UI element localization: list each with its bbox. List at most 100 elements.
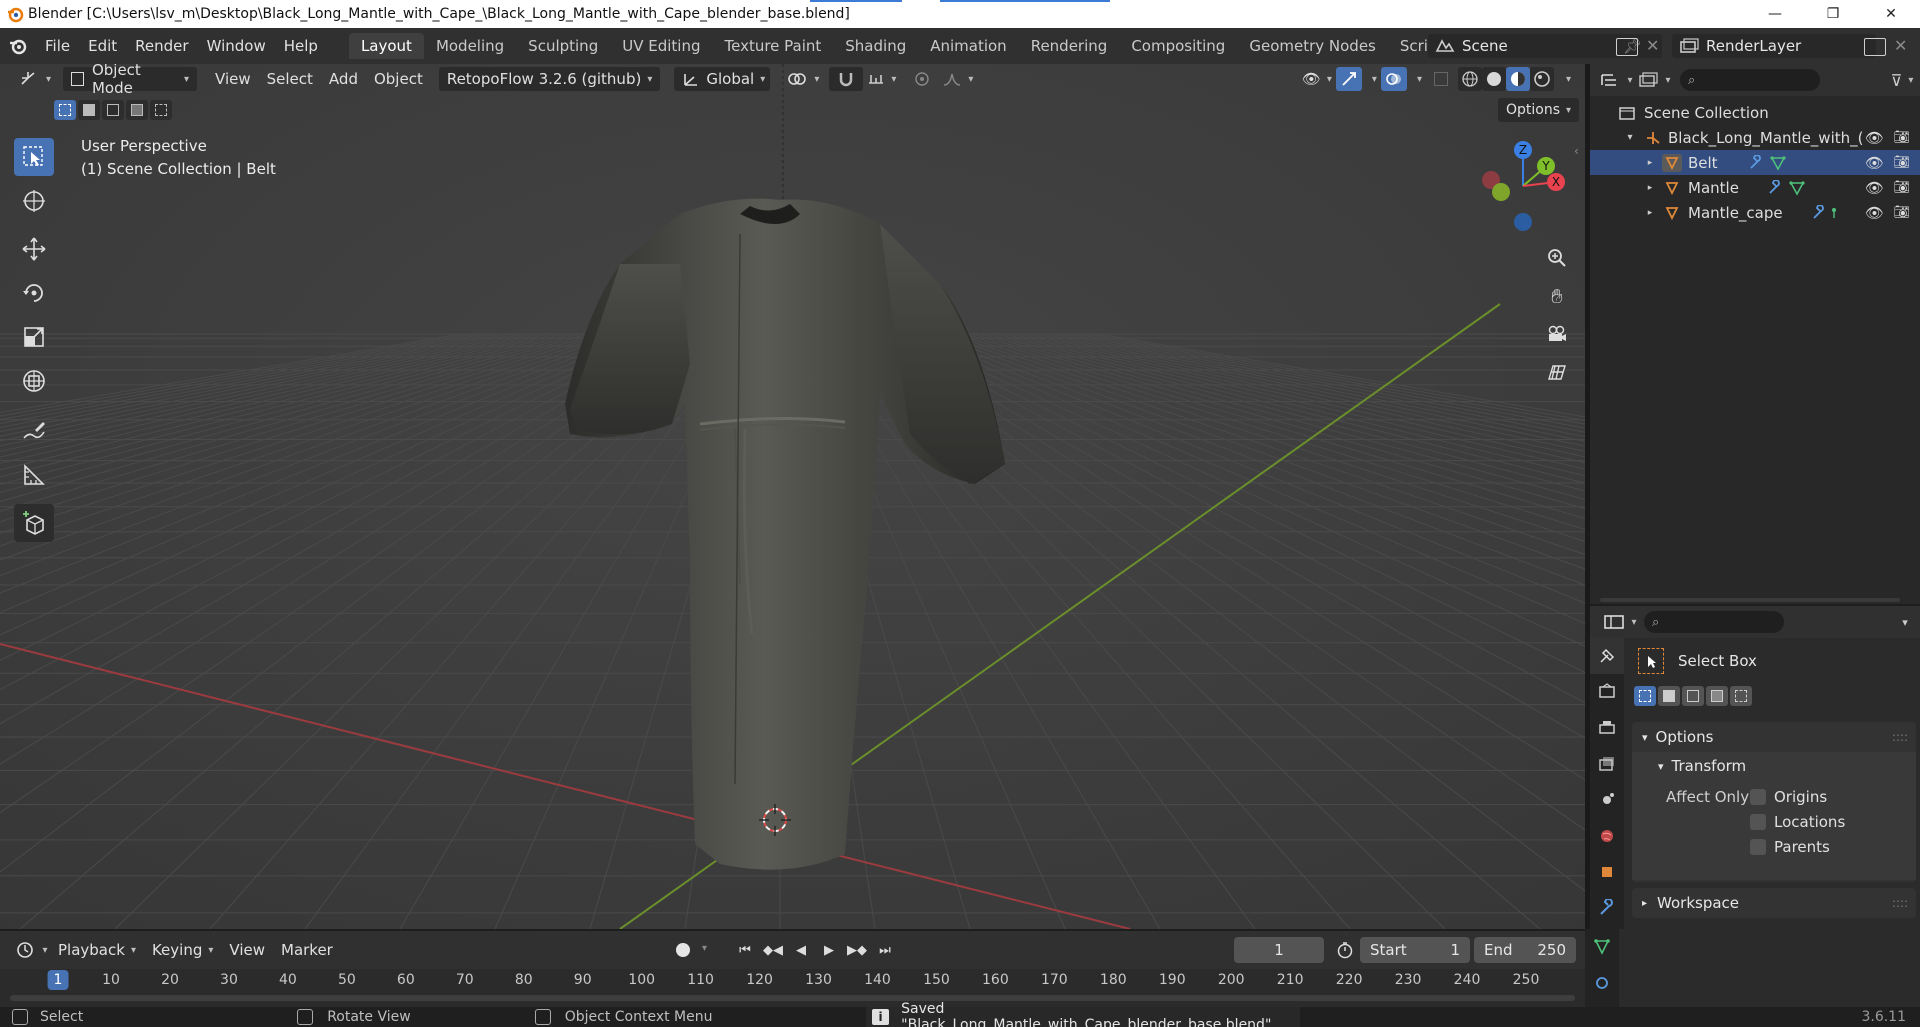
checkbox-box[interactable] [1750,789,1766,805]
select-new-icon[interactable] [54,100,76,120]
tab-world[interactable] [1590,818,1624,854]
editor-type-button[interactable]: ▾ [10,67,59,91]
snap-target-dropdown[interactable]: ▾ [863,67,900,91]
measure-tool[interactable] [14,456,54,494]
mesh-data-icon[interactable] [1769,155,1786,171]
select-subtract-icon[interactable] [102,100,124,120]
sidebar-toggle-icon[interactable]: ‹ [1574,144,1579,158]
expand-right-icon[interactable]: ▸ [1644,183,1656,193]
properties-search-input[interactable]: ⌕ [1644,611,1784,633]
tab-uv-editing[interactable]: UV Editing [610,33,712,59]
retopoflow-dropdown[interactable]: RetopoFlow 3.2.6 (github) ▾ [438,67,661,91]
menu-render[interactable]: Render [126,33,197,59]
cursor-tool[interactable] [14,182,54,220]
select-invert-icon[interactable] [1706,686,1728,706]
properties-editor-icon[interactable]: ▾ [1600,613,1640,631]
select-invert-icon[interactable] [126,100,148,120]
tab-tool[interactable] [1590,638,1624,674]
play-icon[interactable]: ▶ [816,938,842,962]
timeline-view-menu[interactable]: View [221,938,273,962]
tab-sculpting[interactable]: Sculpting [516,33,610,59]
mesh-data-icon[interactable] [1789,180,1805,196]
checkbox-box[interactable] [1750,839,1766,855]
outliner-search-input[interactable]: ⌕ [1680,69,1820,91]
tab-modifiers[interactable] [1590,890,1624,926]
shading-dropdown[interactable]: ▾ [1554,67,1577,91]
expand-right-icon[interactable]: ▸ [1644,208,1656,218]
pivot-point-dropdown[interactable]: ▾ [778,67,827,91]
select-intersect-icon[interactable] [1730,686,1752,706]
filter-icon[interactable]: ⊽ ▾ [1884,71,1920,90]
vertex-group-icon[interactable] [1829,205,1839,221]
menu-add[interactable]: Add [321,67,366,91]
delete-scene-icon[interactable]: ✕ [1646,36,1659,55]
shading-solid[interactable] [1481,67,1506,91]
overlays-dropdown[interactable]: ▾ [1407,67,1426,91]
scale-tool[interactable] [14,318,54,356]
select-intersect-icon[interactable] [150,100,172,120]
status-report[interactable]: i Saved "Black_Long_Mantle_with_Cape_ble… [866,1001,1300,1027]
outliner-row-belt[interactable]: ▸ Belt 👁︎ 📷︎ [1590,150,1920,175]
tab-compositing[interactable]: Compositing [1119,33,1237,59]
parents-checkbox[interactable]: Parents [1750,838,1830,856]
xray-toggle[interactable] [1430,67,1452,91]
play-reverse-icon[interactable]: ◀ [788,938,814,962]
modifier-wrench-icon[interactable] [1767,179,1783,196]
keying-menu[interactable]: Keying ▾ [144,938,221,962]
stopwatch-icon[interactable] [1336,941,1354,959]
render-camera-icon[interactable]: 📷︎ [1893,130,1910,145]
expand-down-icon[interactable]: ▾ [1624,132,1636,143]
menu-select[interactable]: Select [259,67,321,91]
tab-object-data[interactable] [1585,929,1619,965]
outliner-scene-collection[interactable]: Scene Collection [1590,100,1920,125]
snap-toggle[interactable] [829,67,864,91]
options-panel-header[interactable]: ▾ Options :::: [1632,722,1916,752]
transform-orientation-dropdown[interactable]: Global ▾ [674,67,771,91]
select-extend-icon[interactable] [78,100,100,120]
outliner-row-mantle-cape[interactable]: ▸ Mantle_cape 👁︎ 📷︎ [1590,200,1920,225]
tab-layout[interactable]: Layout [348,33,424,59]
shading-wireframe[interactable] [1457,67,1482,91]
select-subtract-icon[interactable] [1682,686,1704,706]
select-box-tool[interactable] [14,138,54,176]
end-frame-field[interactable]: End 250 [1474,937,1576,963]
shading-rendered[interactable] [1529,67,1554,91]
tab-modeling[interactable]: Modeling [424,33,516,59]
modifier-wrench-icon[interactable] [1811,204,1827,221]
options-dropdown[interactable]: Options ▾ [1498,98,1580,122]
gizmo-dropdown[interactable]: ▾ [1362,67,1381,91]
auto-key-dropdown[interactable]: ▾ [702,943,707,954]
menu-window[interactable]: Window [198,33,275,59]
start-frame-field[interactable]: Start 1 [1360,937,1470,963]
timeline-editor-icon[interactable]: ▾ [14,941,50,959]
prev-keyframe-icon[interactable]: ◆◀ [760,938,786,962]
render-camera-icon[interactable]: 📷︎ [1893,180,1910,195]
camera-view-button[interactable] [1541,318,1573,350]
menu-object[interactable]: Object [366,67,431,91]
render-camera-icon[interactable]: 📷︎ [1893,155,1910,170]
workspace-panel-header[interactable]: ▸ Workspace :::: [1632,888,1916,918]
falloff-dropdown[interactable]: ▾ [938,67,977,91]
timeline-scrollbar[interactable] [10,995,1575,1001]
rotate-tool[interactable] [14,274,54,312]
outliner-scrollbar[interactable] [1600,598,1900,602]
minimize-button[interactable]: — [1746,0,1804,28]
tab-rendering[interactable]: Rendering [1019,33,1120,59]
tab-texture-paint[interactable]: Texture Paint [712,33,833,59]
3d-viewport[interactable]: ▾ Object Mode ▾ View Select Add Object Re… [0,64,1585,929]
outliner-row-collection[interactable]: ▾ Black_Long_Mantle_with_( 👁︎ 📷︎ [1590,125,1920,150]
ortho-toggle-button[interactable] [1541,356,1573,388]
tab-scene[interactable] [1590,782,1624,818]
locations-checkbox[interactable]: Locations [1750,813,1845,831]
tab-object[interactable] [1590,854,1624,890]
display-mode-icon[interactable]: ▾ [1634,72,1674,88]
chevron-down-icon[interactable]: ▾ [1890,616,1920,629]
tab-view-layer[interactable] [1590,746,1624,782]
add-cube-tool[interactable] [14,504,54,542]
shading-material[interactable] [1505,67,1530,91]
annotate-tool[interactable] [14,412,54,450]
maximize-button[interactable]: ❐ [1804,0,1862,28]
current-frame-field[interactable]: 1 [1234,937,1324,963]
menu-view[interactable]: View [207,67,259,91]
select-extend-icon[interactable] [1658,686,1680,706]
